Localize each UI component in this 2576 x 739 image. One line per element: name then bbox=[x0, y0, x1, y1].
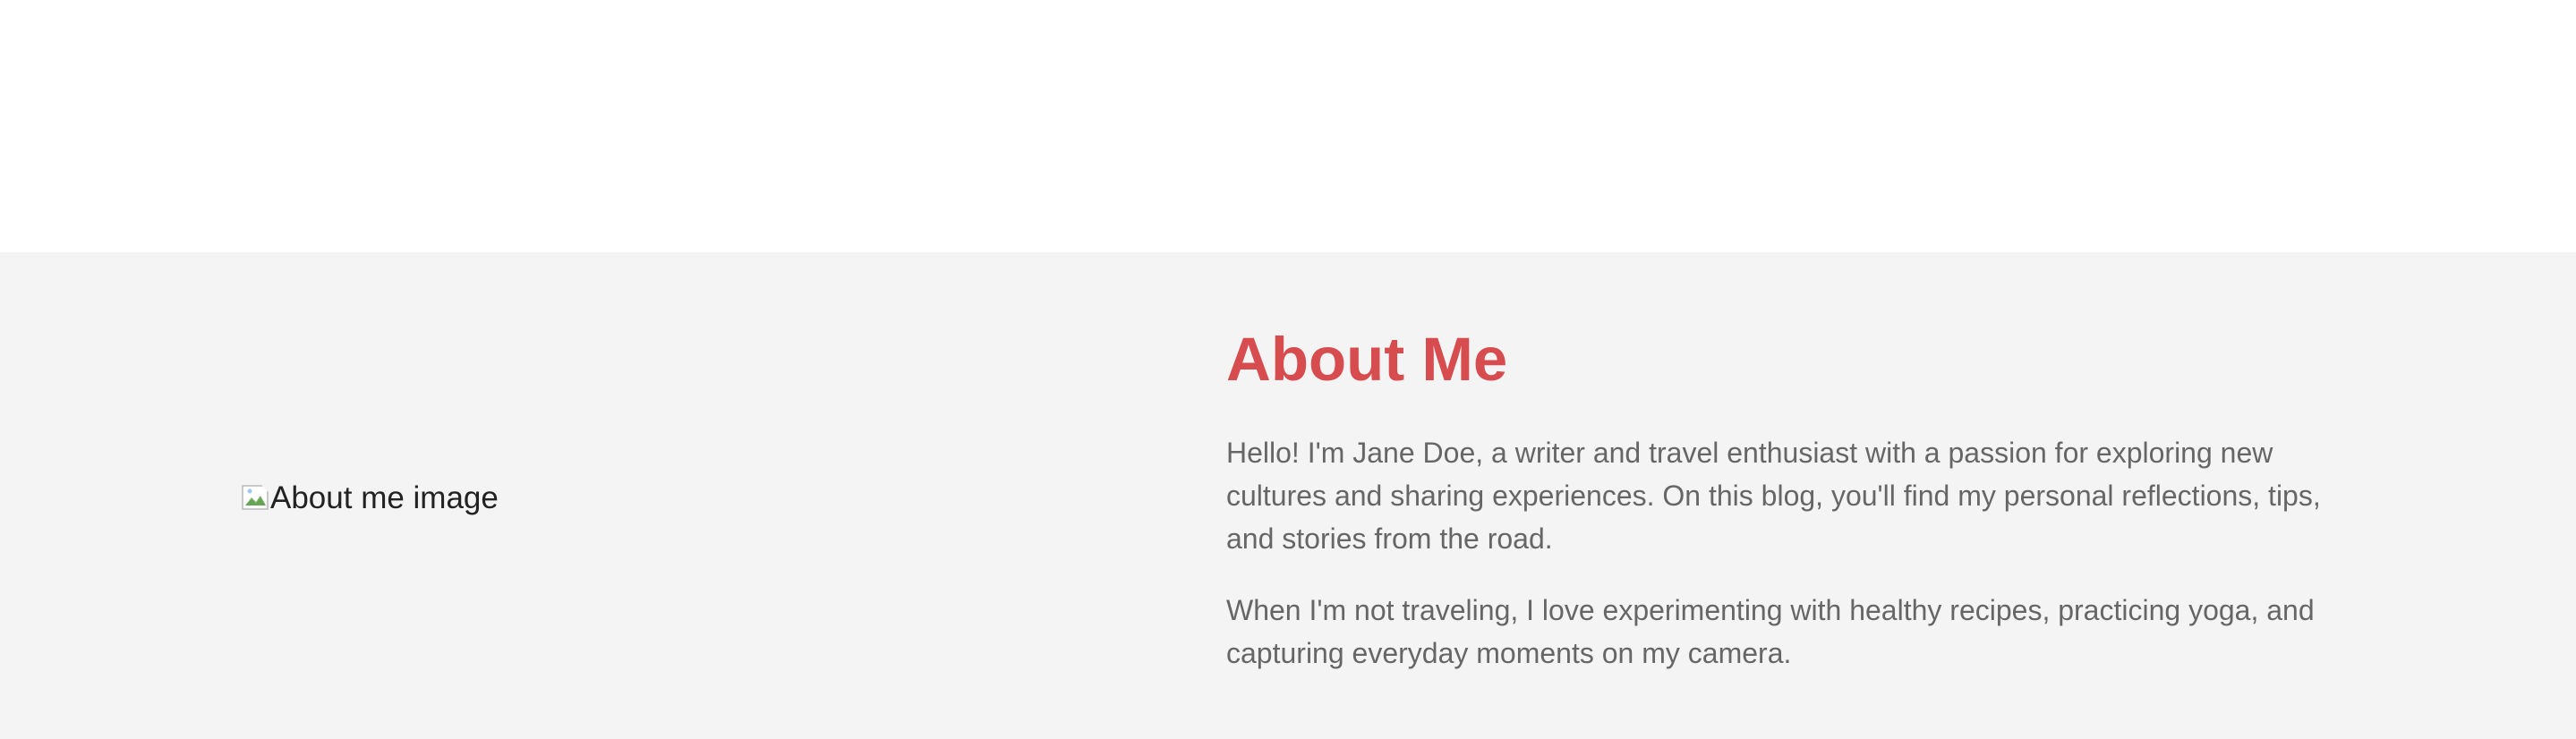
top-blank-area bbox=[0, 0, 2576, 252]
about-text-column: About Me Hello! I'm Jane Doe, a writer a… bbox=[1226, 324, 2354, 703]
about-paragraph-intro: Hello! I'm Jane Doe, a writer and travel… bbox=[1226, 437, 2321, 555]
about-image-alt-text: About me image bbox=[270, 480, 499, 515]
about-image: About me image bbox=[242, 480, 499, 516]
about-paragraph-hobbies: When I'm not traveling, I love experimen… bbox=[1226, 594, 2315, 669]
broken-image-icon bbox=[242, 483, 272, 514]
about-section: About me image About Me Hello! I'm Jane … bbox=[0, 252, 2576, 739]
about-title: About Me bbox=[1226, 325, 1508, 394]
